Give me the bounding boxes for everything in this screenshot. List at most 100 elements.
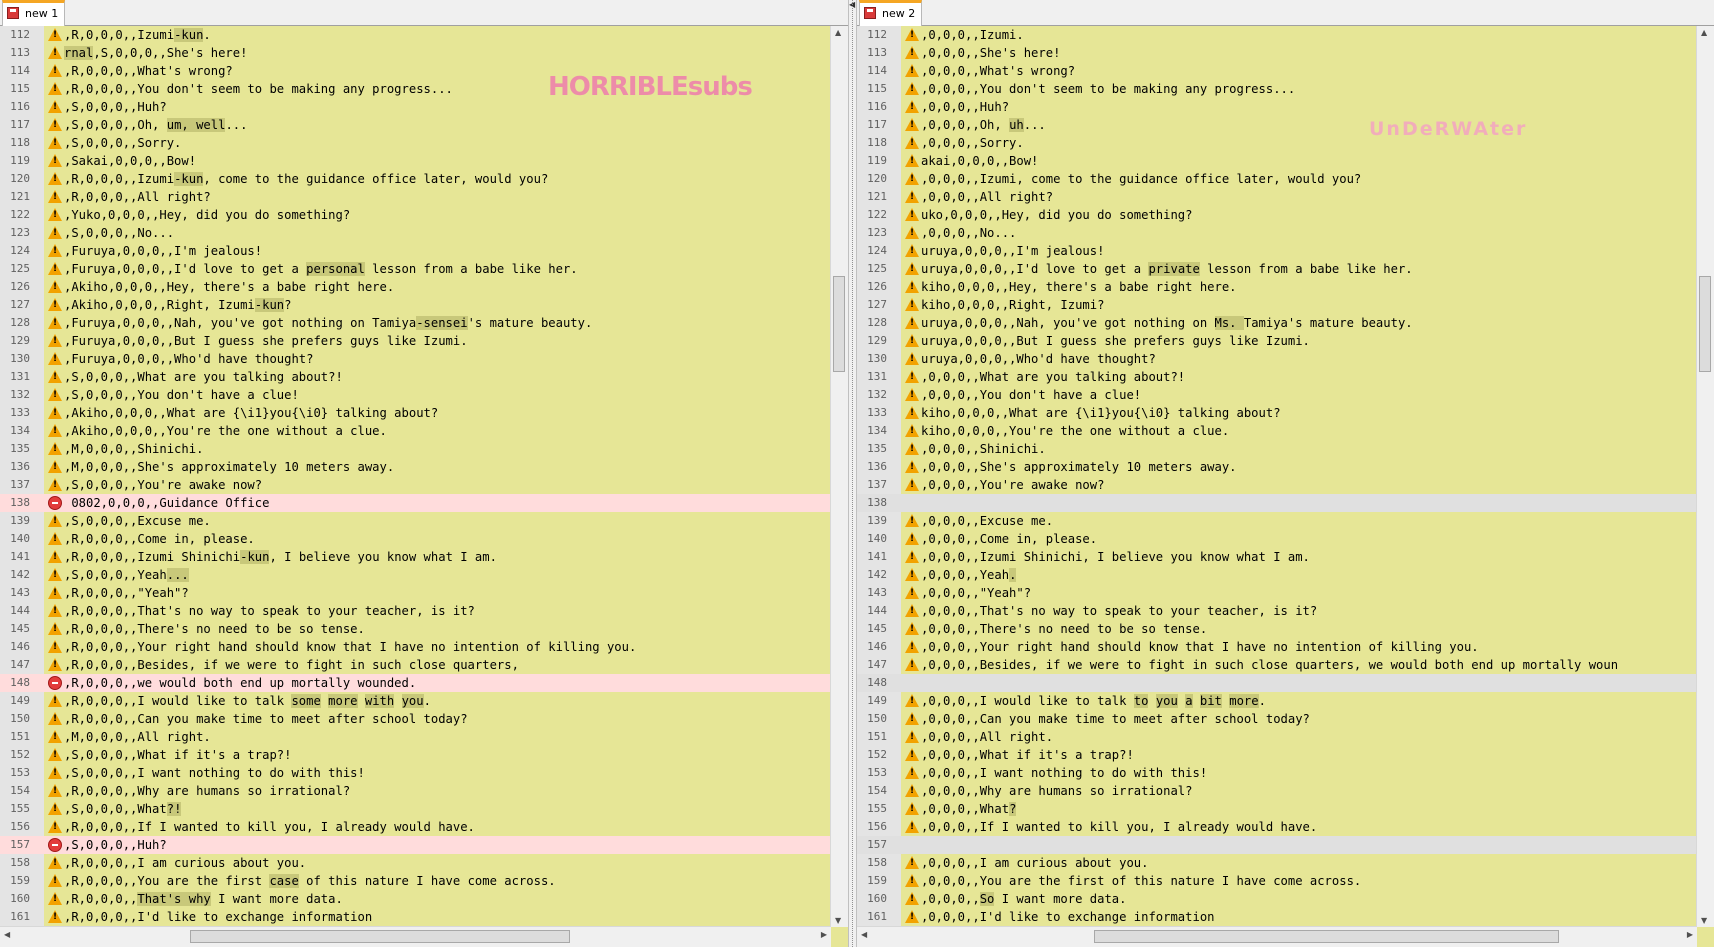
scroll-left-icon[interactable]: ◀ [4, 930, 10, 939]
code-line[interactable]: 143 ,R,0,0,0,,"Yeah"? [0, 584, 848, 602]
code-line[interactable]: 134 ,Akiho,0,0,0,,You're the one without … [0, 422, 848, 440]
code-line[interactable]: 142 ,0,0,0,,Yeah. [857, 566, 1714, 584]
code-line[interactable]: 127 kiho,0,0,0,,Right, Izumi? [857, 296, 1714, 314]
scroll-right-icon[interactable]: ▶ [1687, 930, 1693, 939]
code-line[interactable]: 140 ,0,0,0,,Come in, please. [857, 530, 1714, 548]
scroll-down-icon[interactable]: ▼ [1701, 916, 1707, 925]
code-line[interactable]: 133 kiho,0,0,0,,What are {\i1}you{\i0} ta… [857, 404, 1714, 422]
scroll-up-icon[interactable]: ▲ [1701, 28, 1707, 37]
code-line[interactable]: 144 ,0,0,0,,That's no way to speak to you… [857, 602, 1714, 620]
code-line[interactable]: 117 ,0,0,0,,Oh, uh... [857, 116, 1714, 134]
code-line[interactable]: 131 ,0,0,0,,What are you talking about?! [857, 368, 1714, 386]
code-line[interactable]: 159 ,0,0,0,,You are the first of this nat… [857, 872, 1714, 890]
code-line[interactable]: 132 ,S,0,0,0,,You don't have a clue! [0, 386, 848, 404]
horizontal-scrollbar[interactable]: ◀ ▶ [857, 926, 1697, 947]
code-line[interactable]: 147 ,0,0,0,,Besides, if we were to fight … [857, 656, 1714, 674]
code-line[interactable]: 128 uruya,0,0,0,,Nah, you've got nothing … [857, 314, 1714, 332]
code-line[interactable]: 148 ,R,0,0,0,,we would both end up mortal… [0, 674, 848, 692]
code-line[interactable]: 120 ,0,0,0,,Izumi, come to the guidance o… [857, 170, 1714, 188]
code-line[interactable]: 128 ,Furuya,0,0,0,,Nah, you've got nothin… [0, 314, 848, 332]
code-line[interactable]: 127 ,Akiho,0,0,0,,Right, Izumi-kun? [0, 296, 848, 314]
code-line[interactable]: 146 ,R,0,0,0,,Your right hand should know… [0, 638, 848, 656]
code-line[interactable]: 114 ,0,0,0,,What's wrong? [857, 62, 1714, 80]
tab-new-1[interactable]: new 1 [2, 0, 66, 26]
code-line[interactable]: 131 ,S,0,0,0,,What are you talking about?… [0, 368, 848, 386]
scroll-down-icon[interactable]: ▼ [835, 916, 841, 925]
code-line[interactable]: 137 ,0,0,0,,You're awake now? [857, 476, 1714, 494]
code-line[interactable]: 123 ,0,0,0,,No... [857, 224, 1714, 242]
code-line[interactable]: 122 uko,0,0,0,,Hey, did you do something? [857, 206, 1714, 224]
code-line[interactable]: 145 ,R,0,0,0,,There's no need to be so te… [0, 620, 848, 638]
code-line[interactable]: 129 ,Furuya,0,0,0,,But I guess she prefer… [0, 332, 848, 350]
code-line[interactable]: 156 ,R,0,0,0,,If I wanted to kill you, I … [0, 818, 848, 836]
code-line[interactable]: 161 ,R,0,0,0,,I'd like to exchange inform… [0, 908, 848, 926]
code-line[interactable]: 140 ,R,0,0,0,,Come in, please. [0, 530, 848, 548]
code-line[interactable]: 145 ,0,0,0,,There's no need to be so tens… [857, 620, 1714, 638]
code-line[interactable]: 149 ,0,0,0,,I would like to talk to you a… [857, 692, 1714, 710]
code-line[interactable]: 152 ,S,0,0,0,,What if it's a trap?! [0, 746, 848, 764]
code-line[interactable]: 121 ,0,0,0,,All right? [857, 188, 1714, 206]
scroll-left-icon[interactable]: ◀ [861, 930, 867, 939]
code-line[interactable]: 126 ,Akiho,0,0,0,,Hey, there's a babe rig… [0, 278, 848, 296]
code-line[interactable]: 160 ,0,0,0,,So I want more data. [857, 890, 1714, 908]
scroll-thumb[interactable] [1699, 276, 1711, 372]
code-line[interactable]: 118 ,0,0,0,,Sorry. [857, 134, 1714, 152]
code-line[interactable]: 120 ,R,0,0,0,,Izumi-kun, come to the guid… [0, 170, 848, 188]
code-line[interactable]: 119 ,Sakai,0,0,0,,Bow! [0, 152, 848, 170]
code-line[interactable]: 130 ,Furuya,0,0,0,,Who'd have thought? [0, 350, 848, 368]
tab-new-2[interactable]: new 2 [859, 0, 923, 26]
code-line[interactable]: 158 ,R,0,0,0,,I am curious about you. [0, 854, 848, 872]
code-line[interactable]: 157 ,S,0,0,0,,Huh? [0, 836, 848, 854]
code-line[interactable]: 125 ,Furuya,0,0,0,,I'd love to get a pers… [0, 260, 848, 278]
code-line[interactable]: 123 ,S,0,0,0,,No... [0, 224, 848, 242]
code-line[interactable]: 121 ,R,0,0,0,,All right? [0, 188, 848, 206]
code-line[interactable]: 126 kiho,0,0,0,,Hey, there's a babe right… [857, 278, 1714, 296]
code-line[interactable]: 119 akai,0,0,0,,Bow! [857, 152, 1714, 170]
code-line[interactable]: 138 [857, 494, 1714, 512]
code-line[interactable]: 159 ,R,0,0,0,,You are the first case of t… [0, 872, 848, 890]
scroll-right-icon[interactable]: ▶ [821, 930, 827, 939]
code-line[interactable]: 136 ,M,0,0,0,,She's approximately 10 mete… [0, 458, 848, 476]
code-line[interactable]: 122 ,Yuko,0,0,0,,Hey, did you do somethin… [0, 206, 848, 224]
code-line[interactable]: 112 ,R,0,0,0,,Izumi-kun. [0, 26, 848, 44]
code-line[interactable]: 136 ,0,0,0,,She's approximately 10 meters… [857, 458, 1714, 476]
code-line[interactable]: 148 [857, 674, 1714, 692]
arrow-left-icon[interactable]: ◀ [849, 0, 855, 9]
code-line[interactable]: 154 ,R,0,0,0,,Why are humans so irrationa… [0, 782, 848, 800]
code-line[interactable]: 146 ,0,0,0,,Your right hand should know t… [857, 638, 1714, 656]
scroll-thumb[interactable] [833, 276, 845, 372]
code-line[interactable]: 152 ,0,0,0,,What if it's a trap?! [857, 746, 1714, 764]
code-line[interactable]: 112 ,0,0,0,,Izumi. [857, 26, 1714, 44]
code-line[interactable]: 137 ,S,0,0,0,,You're awake now? [0, 476, 848, 494]
code-line[interactable]: 141 ,0,0,0,,Izumi Shinichi, I believe you… [857, 548, 1714, 566]
scroll-thumb[interactable] [1094, 930, 1559, 943]
code-line[interactable]: 124 ,Furuya,0,0,0,,I'm jealous! [0, 242, 848, 260]
code-line[interactable]: 150 ,R,0,0,0,,Can you make time to meet a… [0, 710, 848, 728]
code-line[interactable]: 133 ,Akiho,0,0,0,,What are {\i1}you{\i0} … [0, 404, 848, 422]
code-line[interactable]: 135 ,0,0,0,,Shinichi. [857, 440, 1714, 458]
code-line[interactable]: 144 ,R,0,0,0,,That's no way to speak to y… [0, 602, 848, 620]
code-line[interactable]: 142 ,S,0,0,0,,Yeah... [0, 566, 848, 584]
code-line[interactable]: 115 ,0,0,0,,You don't seem to be making a… [857, 80, 1714, 98]
code-line[interactable]: 138 0802,0,0,0,,Guidance Office [0, 494, 848, 512]
code-line[interactable]: 129 uruya,0,0,0,,But I guess she prefers … [857, 332, 1714, 350]
code-line[interactable]: 161 ,0,0,0,,I'd like to exchange informat… [857, 908, 1714, 926]
scroll-up-icon[interactable]: ▲ [835, 28, 841, 37]
code-line[interactable]: 154 ,0,0,0,,Why are humans so irrational? [857, 782, 1714, 800]
code-line[interactable]: 156 ,0,0,0,,If I wanted to kill you, I al… [857, 818, 1714, 836]
code-line[interactable]: 143 ,0,0,0,,"Yeah"? [857, 584, 1714, 602]
code-line[interactable]: 139 ,0,0,0,,Excuse me. [857, 512, 1714, 530]
code-line[interactable]: 151 ,0,0,0,,All right. [857, 728, 1714, 746]
code-line[interactable]: 149 ,R,0,0,0,,I would like to talk some m… [0, 692, 848, 710]
code-line[interactable]: 135 ,M,0,0,0,,Shinichi. [0, 440, 848, 458]
code-line[interactable]: 117 ,S,0,0,0,,Oh, um, well... [0, 116, 848, 134]
code-line[interactable]: 130 uruya,0,0,0,,Who'd have thought? [857, 350, 1714, 368]
code-line[interactable]: 134 kiho,0,0,0,,You're the one without a … [857, 422, 1714, 440]
code-line[interactable]: 150 ,0,0,0,,Can you make time to meet aft… [857, 710, 1714, 728]
horizontal-scrollbar[interactable]: ◀ ▶ [0, 926, 831, 947]
code-line[interactable]: 155 ,0,0,0,,What? [857, 800, 1714, 818]
code-line[interactable]: 113 ,0,0,0,,She's here! [857, 44, 1714, 62]
code-line[interactable]: 155 ,S,0,0,0,,What?! [0, 800, 848, 818]
pane-splitter[interactable]: ◀ [848, 0, 857, 947]
code-line[interactable]: 153 ,S,0,0,0,,I want nothing to do with t… [0, 764, 848, 782]
